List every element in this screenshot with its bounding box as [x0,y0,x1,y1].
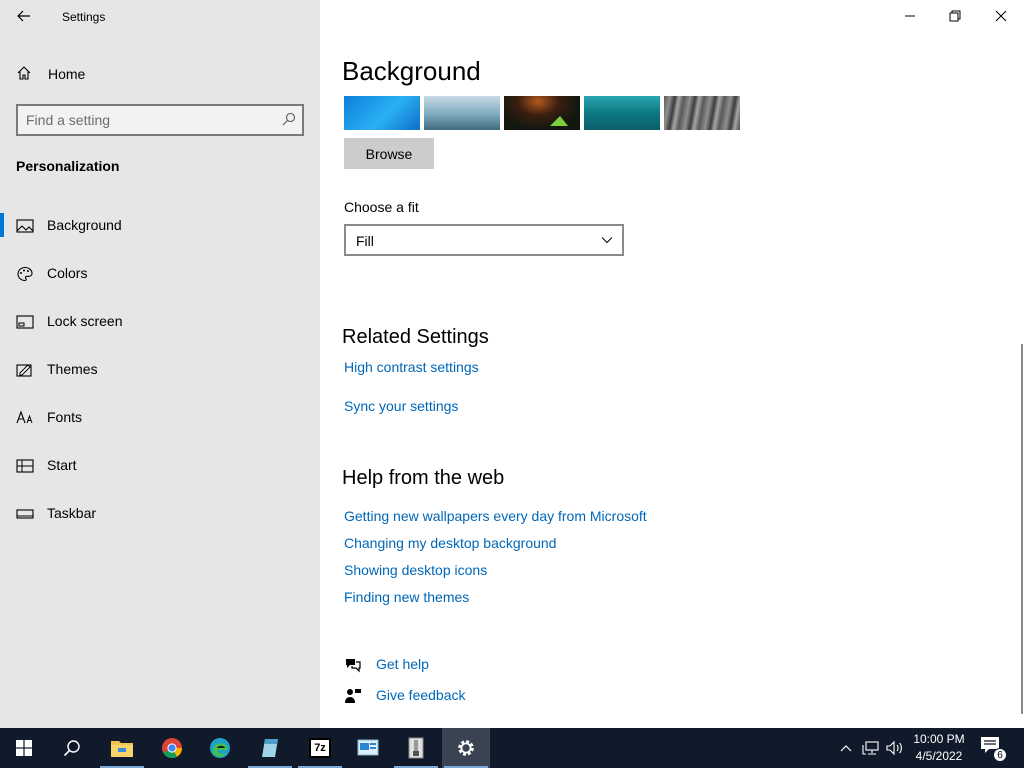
sidebar-nav: Background Colors Lock screen Themes Fon… [0,208,320,544]
settings-icon [458,740,474,756]
show-hidden-icons-button[interactable] [836,738,856,758]
home-nav-item[interactable]: Home [0,58,320,90]
get-help-link[interactable]: Get help [376,656,429,672]
fit-label: Choose a fit [344,199,419,215]
picture-thumbnail[interactable] [504,96,580,130]
control-panel-button[interactable] [344,728,392,768]
sidebar-item-themes[interactable]: Themes [0,352,320,400]
chevron-down-icon [601,237,613,244]
sidebar-item-lock-screen[interactable]: Lock screen [0,304,320,352]
taskbar: 7z 10:00 PM 4/5/2022 6 [0,728,1024,768]
fonts-icon [16,410,33,424]
notification-badge: 6 [993,748,1007,762]
search-icon[interactable] [282,112,296,126]
tent-glow [550,116,568,126]
home-label: Home [48,66,86,82]
7zip-label: 7z [314,742,326,754]
chrome-icon [162,738,183,759]
give-feedback-link[interactable]: Give feedback [376,687,466,703]
edge-button[interactable] [196,728,244,768]
sidebar-item-label: Start [47,457,77,473]
action-center-button[interactable]: 6 [980,736,1007,762]
section-title: Personalization [16,158,120,174]
edge-icon [210,738,230,758]
picture-thumbnail[interactable] [344,96,420,130]
lock-screen-icon [16,315,34,329]
start-button[interactable] [0,728,48,768]
chevron-up-icon [840,745,852,752]
help-link-change-background[interactable]: Changing my desktop background [344,535,556,551]
sidebar-item-label: Themes [47,361,98,377]
clock-time: 10:00 PM [913,732,965,746]
sidebar-item-colors[interactable]: Colors [0,256,320,304]
themes-icon [16,364,32,377]
feedback-icon [345,689,361,703]
search-icon [63,740,80,757]
scrollbar[interactable] [1021,344,1023,714]
help-web-title: Help from the web [342,467,505,489]
notepad-icon [262,739,278,757]
sidebar-item-label: Taskbar [47,505,97,521]
file-explorer-button[interactable] [98,728,146,768]
sidebar-item-label: Fonts [47,409,83,425]
start-icon [16,459,34,473]
picture-icon [16,219,34,233]
settings-taskbar-button[interactable] [442,728,490,768]
control-panel-icon [357,739,379,756]
high-contrast-link[interactable]: High contrast settings [344,359,479,375]
page-title: Background [342,56,481,86]
help-link-desktop-icons[interactable]: Showing desktop icons [344,562,487,578]
sidebar: Settings Home Personalization Background [0,0,320,728]
home-icon [17,66,31,80]
windows-logo-icon [16,740,32,756]
search-box[interactable] [16,104,304,136]
browse-button[interactable]: Browse [344,138,434,169]
sidebar-item-label: Colors [47,265,88,281]
sync-settings-link[interactable]: Sync your settings [344,398,458,414]
archive-button[interactable] [392,728,440,768]
chrome-button[interactable] [148,728,196,768]
sidebar-item-background[interactable]: Background [0,208,320,256]
related-settings-title: Related Settings [342,326,489,348]
back-arrow-icon [17,10,30,22]
fit-dropdown[interactable]: Fill [344,224,624,256]
taskbar-search-button[interactable] [48,728,96,768]
sidebar-item-label: Background [47,217,122,233]
volume-icon [886,740,902,756]
get-help-icon [346,659,361,673]
sidebar-item-fonts[interactable]: Fonts [0,400,320,448]
volume-button[interactable] [885,738,905,758]
back-button[interactable] [10,4,38,28]
network-button[interactable] [861,738,881,758]
sidebar-item-label: Lock screen [47,313,123,329]
help-link-new-themes[interactable]: Finding new themes [344,589,469,605]
app-title: Settings [62,10,106,24]
picture-thumbnail[interactable] [424,96,500,130]
notepad-button[interactable] [246,728,294,768]
clock[interactable]: 10:00 PM 4/5/2022 [904,731,974,765]
file-explorer-icon [111,741,133,757]
sidebar-item-start[interactable]: Start [0,448,320,496]
taskbar-icon [16,509,34,519]
main-content: Background Browse Choose a fit Fill Rela… [320,0,1024,728]
picture-thumbnail[interactable] [664,96,740,130]
7zip-icon: 7z [309,738,331,758]
picture-thumbnail[interactable] [584,96,660,130]
clock-date: 4/5/2022 [915,749,963,763]
title-bar: Settings [0,0,320,34]
search-input[interactable] [26,111,266,129]
network-icon [862,741,879,755]
7zip-button[interactable]: 7z [296,728,344,768]
fit-value: Fill [356,233,374,249]
help-link-wallpapers[interactable]: Getting new wallpapers every day from Mi… [344,508,647,524]
palette-icon [17,266,33,282]
sidebar-item-taskbar[interactable]: Taskbar [0,496,320,544]
archive-icon [408,737,424,759]
